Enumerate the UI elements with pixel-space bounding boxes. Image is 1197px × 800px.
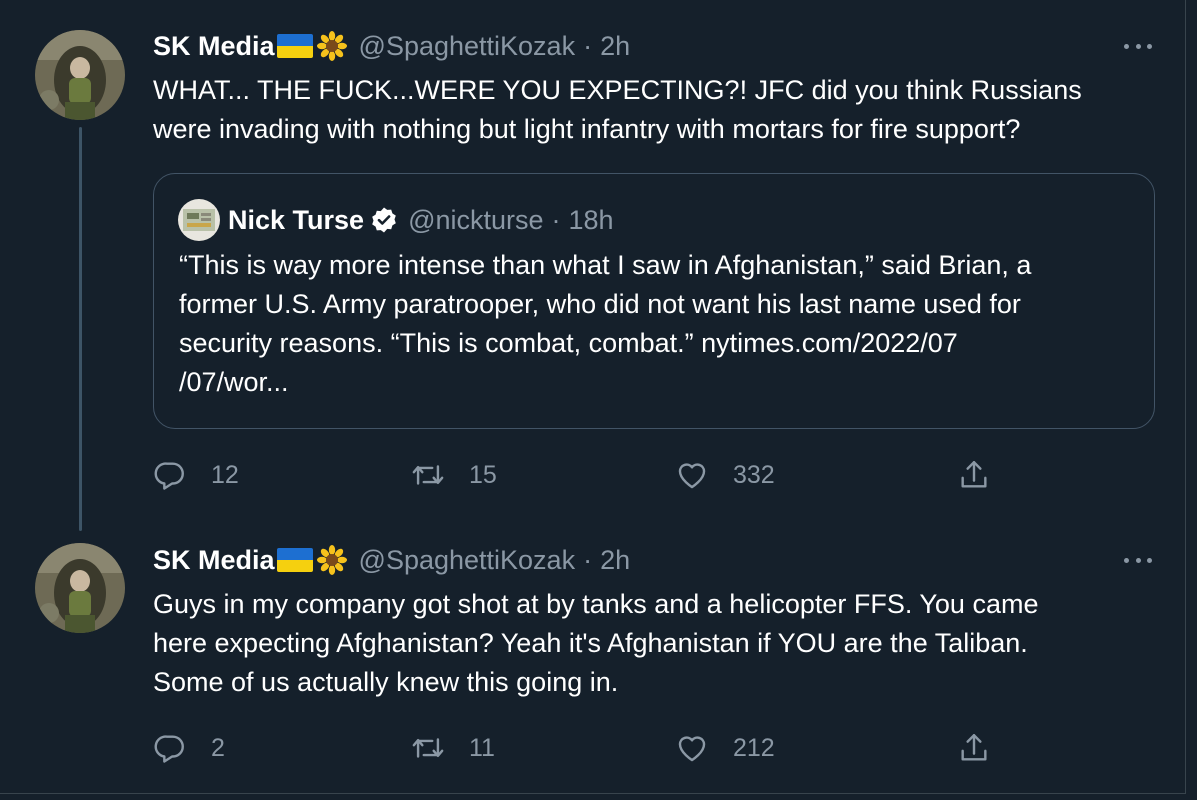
author-handle[interactable]: @SpaghettiKozak [359, 31, 576, 62]
quoted-author-handle[interactable]: @nickturse [408, 205, 543, 236]
reply-count: 12 [211, 460, 239, 489]
thread-connector-line [79, 127, 82, 531]
quoted-tweet[interactable]: Nick Turse @nickturse · 18h “This is way… [153, 173, 1155, 429]
separator-dot: · [551, 204, 561, 235]
quoted-text-line: /07/wor... [179, 367, 289, 397]
tweet-text-line: were invading with nothing but light inf… [153, 114, 1021, 144]
avatar[interactable] [35, 30, 125, 120]
like-button[interactable]: 212 [675, 728, 775, 768]
avatar[interactable] [35, 543, 125, 633]
retweet-button[interactable]: 15 [411, 455, 497, 495]
reply-button[interactable]: 2 [153, 728, 225, 768]
tweet-timestamp[interactable]: 2h [600, 545, 630, 576]
retweet-button[interactable]: 11 [411, 728, 495, 768]
quoted-tweet-timestamp[interactable]: 18h [569, 205, 614, 236]
ukraine-flag-icon [276, 34, 313, 58]
reply-icon [154, 462, 184, 490]
author-handle[interactable]: @SpaghettiKozak [359, 545, 576, 576]
tweet-text-line: here expecting Afghanistan? Yeah it's Af… [153, 628, 1028, 658]
reply-count: 2 [211, 733, 225, 762]
tweet-text: WHAT... THE FUCK...WERE YOU EXPECTING?! … [153, 71, 1153, 149]
tweet-thread: SK Media @SpaghettiKozak · 2h WHAT... TH… [0, 0, 1186, 794]
share-button[interactable] [957, 455, 991, 495]
quoted-tweet-header: Nick Turse @nickturse · 18h [178, 199, 614, 241]
heart-icon [678, 736, 706, 762]
like-count: 212 [733, 733, 775, 762]
share-icon [961, 734, 987, 761]
author-name[interactable]: SK Media [153, 545, 275, 576]
quoted-author-name[interactable]: Nick Turse [228, 205, 364, 236]
sunflower-icon [316, 31, 347, 61]
share-icon [961, 461, 987, 488]
retweet-count: 15 [469, 460, 497, 489]
quoted-text-line: former U.S. Army paratrooper, who did no… [179, 289, 1021, 319]
tweet-actions: 12 15 332 [153, 455, 1153, 495]
quoted-tweet-text: “This is way more intense than what I sa… [179, 246, 1129, 402]
tweet-text-line: Some of us actually knew this going in. [153, 667, 619, 697]
like-button[interactable]: 332 [675, 455, 775, 495]
more-options-icon[interactable] [1124, 550, 1152, 570]
like-count: 332 [733, 460, 775, 489]
quoted-text-line: “This is way more intense than what I sa… [179, 250, 1032, 280]
tweet-header: SK Media @SpaghettiKozak · 2h [153, 29, 630, 63]
tweet-timestamp[interactable]: 2h [600, 31, 630, 62]
tweet-text-line: WHAT... THE FUCK...WERE YOU EXPECTING?! … [153, 75, 1082, 105]
author-name[interactable]: SK Media [153, 31, 275, 62]
reply-icon [154, 735, 184, 763]
separator-dot: · [583, 544, 593, 575]
tweet-text-line: Guys in my company got shot at by tanks … [153, 589, 1039, 619]
tweet-text: Guys in my company got shot at by tanks … [153, 585, 1153, 702]
retweet-icon [412, 465, 444, 485]
verified-badge-icon [372, 207, 396, 233]
retweet-count: 11 [469, 733, 495, 762]
quoted-author-avatar[interactable] [178, 199, 220, 241]
sunflower-icon [316, 545, 347, 575]
tweet-actions: 2 11 212 [153, 728, 1153, 768]
ukraine-flag-icon [276, 548, 313, 572]
share-button[interactable] [957, 728, 991, 768]
quoted-text-line: security reasons. “This is combat, comba… [179, 328, 958, 358]
retweet-icon [412, 738, 444, 758]
heart-icon [678, 463, 706, 489]
more-options-icon[interactable] [1124, 36, 1152, 56]
separator-dot: · [583, 30, 593, 61]
reply-button[interactable]: 12 [153, 455, 239, 495]
tweet-header: SK Media @SpaghettiKozak · 2h [153, 543, 630, 577]
